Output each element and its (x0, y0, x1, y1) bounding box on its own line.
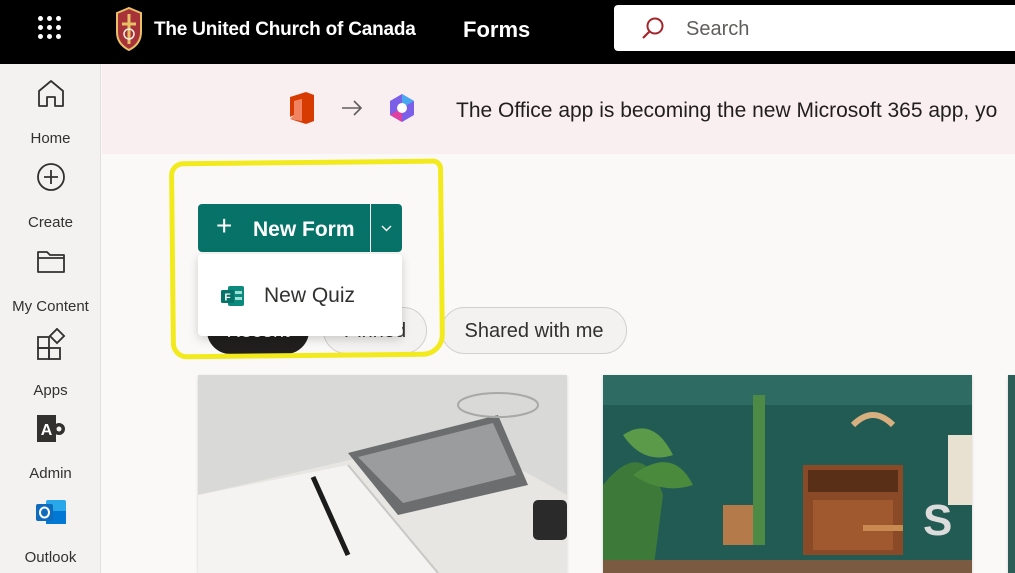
banner-text: The Office app is becoming the new Micro… (456, 99, 998, 122)
outlook-icon (36, 500, 66, 524)
tab-shared-with-me[interactable]: Shared with me (441, 307, 627, 354)
forms-quiz-icon: F (221, 286, 244, 306)
arrow-right-icon (342, 100, 363, 116)
plus-circle-icon (37, 163, 65, 191)
org-name[interactable]: The United Church of Canada (154, 19, 416, 41)
form-card-thumbnail[interactable]: S (603, 375, 972, 573)
church-crest-logo[interactable] (114, 6, 144, 52)
search-input[interactable]: Search (686, 18, 749, 41)
admin-icon: A (37, 415, 65, 442)
rail-item-label: Outlook (24, 549, 77, 566)
menu-item-label: New Quiz (264, 284, 356, 307)
folder-icon (37, 251, 65, 273)
chevron-down-icon (381, 225, 392, 232)
microsoft-365-icon (390, 94, 414, 122)
home-icon (38, 80, 64, 107)
plus-icon: + (216, 210, 233, 241)
new-form-dropdown-toggle[interactable] (371, 204, 402, 252)
top-bar: The United Church of Canada Forms Search (0, 0, 1015, 64)
rail-item-outlook[interactable]: Outlook (0, 495, 101, 573)
rail-item-label: Create (27, 214, 74, 231)
rail-item-label: Admin (29, 465, 72, 482)
interior-photo-image: S (603, 375, 972, 573)
rail-item-home[interactable]: Home (0, 76, 101, 156)
svg-text:F: F (224, 293, 230, 304)
office-logo-icon (290, 92, 314, 124)
apps-icon (37, 328, 66, 360)
app-launcher-icon[interactable] (36, 14, 64, 42)
rail-item-apps[interactable]: Apps (0, 328, 101, 408)
rail-item-label: My Content (12, 298, 89, 315)
app-name[interactable]: Forms (463, 17, 530, 43)
rail-item-create[interactable]: Create (0, 160, 101, 240)
search-box[interactable]: Search (614, 5, 1015, 51)
left-rail: Home Create My Content Apps A Admin Outl… (0, 64, 101, 573)
svg-text:S: S (923, 496, 952, 545)
rail-item-my-content[interactable]: My Content (0, 244, 101, 324)
form-card-thumbnail[interactable] (198, 375, 567, 573)
notebook-photo-image (198, 375, 567, 573)
tab-label: Shared with me (464, 320, 604, 342)
app-update-banner: The Office app is becoming the new Micro… (102, 64, 1015, 154)
svg-text:A: A (41, 422, 53, 439)
search-icon (642, 17, 664, 39)
new-form-button[interactable]: + New Form (198, 204, 370, 252)
new-form-label: New Form (253, 218, 355, 241)
form-card-thumbnail[interactable] (1008, 375, 1015, 573)
rail-item-label: Home (30, 130, 71, 147)
new-form-dropdown-menu: F New Quiz (198, 254, 402, 336)
rail-item-label: Apps (33, 382, 68, 399)
rail-item-admin[interactable]: A Admin (0, 411, 101, 491)
